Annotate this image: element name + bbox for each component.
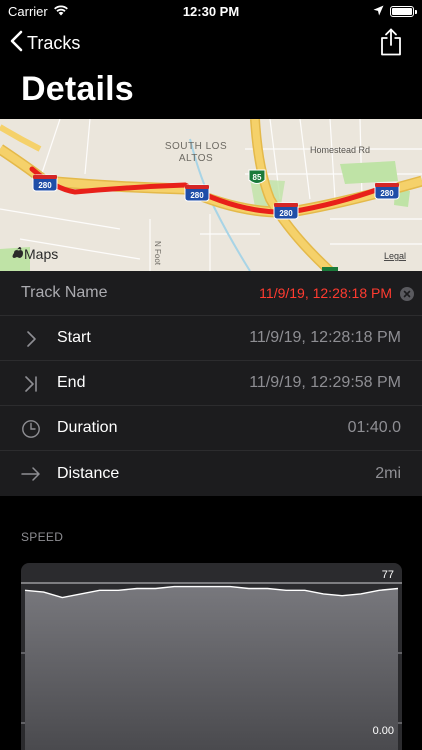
clock-icon bbox=[20, 418, 42, 440]
back-button-label: Tracks bbox=[27, 33, 81, 53]
map-shield-280-b: 280 bbox=[190, 191, 204, 200]
chart-y-max-label: 77 bbox=[381, 569, 394, 581]
start-row: Start 11/9/19, 12:28:18 PM bbox=[0, 316, 422, 361]
arrow-right-icon bbox=[20, 463, 42, 485]
battery-icon bbox=[390, 6, 417, 17]
map-street-label: N Foot bbox=[153, 241, 162, 266]
map-shield-85: 85 bbox=[253, 173, 262, 182]
chart-y-min-label: 0.00 bbox=[372, 725, 394, 737]
map-road-label: Homestead Rd bbox=[310, 145, 370, 155]
distance-value: 2mi bbox=[375, 464, 401, 482]
speed-chart-canvas bbox=[21, 582, 402, 750]
end-label: End bbox=[57, 374, 86, 391]
status-right-group bbox=[373, 4, 417, 19]
track-name-label: Track Name bbox=[21, 284, 108, 301]
duration-value: 01:40.0 bbox=[347, 419, 401, 436]
share-icon bbox=[380, 28, 402, 60]
map-area-label-1: SOUTH LOS bbox=[165, 141, 227, 152]
end-row: End 11/9/19, 12:29:58 PM bbox=[0, 361, 422, 406]
speed-area-fill bbox=[25, 586, 398, 750]
end-value: 11/9/19, 12:29:58 PM bbox=[249, 374, 401, 391]
track-name-row[interactable]: Track Name 11/9/19, 12:28:18 PM bbox=[0, 271, 422, 316]
back-button[interactable]: Tracks bbox=[10, 30, 80, 57]
track-name-field[interactable]: 11/9/19, 12:28:18 PM bbox=[259, 285, 392, 301]
route-map[interactable]: 280 280 280 280 85 SOUTH LOS ALTOS Homes… bbox=[0, 119, 422, 271]
distance-row: Distance 2mi bbox=[0, 451, 422, 496]
map-shield-280-c: 280 bbox=[279, 209, 293, 218]
navigation-bar: Tracks bbox=[0, 26, 422, 62]
start-label: Start bbox=[57, 329, 91, 346]
status-bar: Carrier 12:30 PM bbox=[0, 0, 422, 24]
map-area-label-2: ALTOS bbox=[179, 153, 213, 164]
clear-icon bbox=[403, 285, 411, 303]
start-value: 11/9/19, 12:28:18 PM bbox=[249, 329, 401, 346]
details-list: Track Name 11/9/19, 12:28:18 PM Start 11… bbox=[0, 271, 422, 496]
duration-label: Duration bbox=[57, 419, 118, 436]
distance-label: Distance bbox=[57, 464, 120, 482]
map-shield-280-d: 280 bbox=[380, 189, 394, 198]
chevron-right-icon bbox=[20, 328, 42, 350]
clear-text-button[interactable] bbox=[400, 287, 414, 301]
share-button[interactable] bbox=[380, 28, 402, 61]
map-legal-link[interactable]: Legal bbox=[384, 251, 406, 261]
location-arrow-icon bbox=[373, 4, 384, 19]
speed-chart: 77 0.00 bbox=[21, 563, 402, 750]
map-shield-280-a: 280 bbox=[38, 181, 52, 190]
skip-end-icon bbox=[20, 373, 42, 395]
duration-row: Duration 01:40.0 bbox=[0, 406, 422, 451]
speed-section-header: SPEED bbox=[21, 530, 64, 544]
status-time: 12:30 PM bbox=[182, 4, 240, 19]
chevron-left-icon bbox=[10, 30, 23, 57]
page-title: Details bbox=[21, 70, 134, 108]
map-attribution-label: Maps bbox=[24, 246, 58, 262]
